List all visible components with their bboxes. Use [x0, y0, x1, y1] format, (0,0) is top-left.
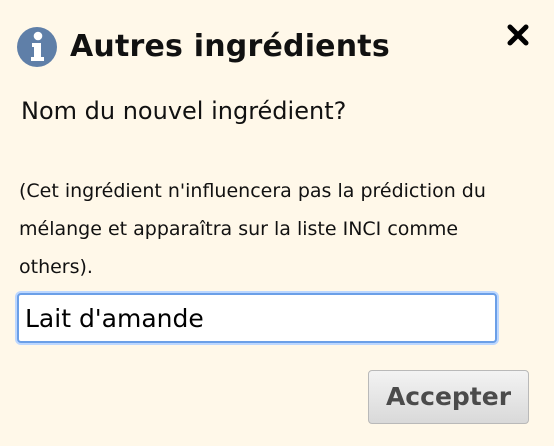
ingredient-name-input[interactable]: [17, 293, 497, 343]
dialog-header: Autres ingrédients: [16, 26, 390, 68]
close-icon[interactable]: [505, 22, 531, 48]
accept-button[interactable]: Accepter: [368, 370, 529, 424]
dialog-title: Autres ingrédients: [70, 29, 390, 64]
dialog-question: Nom du nouvel ingrédient?: [21, 97, 347, 125]
dialog-note: (Cet ingrédient n'influencera pas la pré…: [19, 180, 486, 278]
ingredient-dialog: Autres ingrédients Nom du nouvel ingrédi…: [0, 0, 554, 446]
info-icon: [16, 26, 58, 68]
